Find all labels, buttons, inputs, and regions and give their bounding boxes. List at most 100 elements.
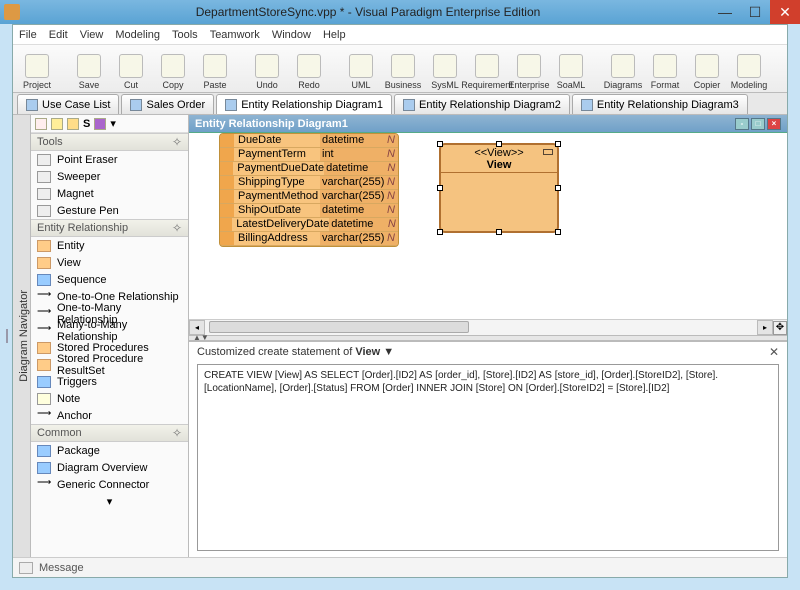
hand-icon[interactable] (67, 118, 79, 130)
sql-editor[interactable]: CREATE VIEW [View] AS SELECT [Order].[ID… (197, 364, 779, 551)
toolbar-save[interactable]: Save (71, 54, 107, 90)
sql-panel-title[interactable]: Customized create statement of View ▼ (197, 346, 394, 358)
entity-column-row[interactable]: PaymentTermintN (220, 148, 398, 162)
collapse-icon[interactable]: ✧ (172, 135, 182, 149)
resize-handle[interactable] (437, 185, 443, 191)
message-icon[interactable] (19, 562, 33, 574)
scroll-thumb[interactable] (209, 321, 469, 333)
toolbar-paste[interactable]: Paste (197, 54, 233, 90)
resize-handle[interactable] (555, 229, 561, 235)
pan-icon[interactable]: ✥ (773, 321, 787, 335)
section-common-header[interactable]: Common ✧ (31, 424, 188, 442)
doc-tab[interactable]: Use Case List (17, 94, 119, 114)
tool-item[interactable]: Magnet (31, 185, 188, 202)
rail-icon[interactable] (6, 329, 8, 343)
toolbar-sysml[interactable]: SysML (427, 54, 463, 90)
toolbar-business[interactable]: Business (385, 54, 421, 90)
toolbar-doc[interactable]: Doc (783, 54, 787, 90)
menu-view[interactable]: View (80, 29, 104, 41)
scroll-right-button[interactable]: ▸ (757, 320, 773, 335)
dropdown-arrow-icon[interactable]: ▾ (110, 117, 116, 130)
section-er-header[interactable]: Entity Relationship ✧ (31, 219, 188, 237)
section-tools-header[interactable]: Tools ✧ (31, 133, 188, 151)
toolbar-requirement[interactable]: Requirement (469, 54, 505, 90)
toolbar-redo[interactable]: Redo (291, 54, 327, 90)
scroll-track[interactable] (205, 320, 757, 335)
editor-minimize-button[interactable]: - (735, 118, 749, 130)
document-tab-bar: Use Case ListSales OrderEntity Relations… (13, 93, 787, 115)
palette-item[interactable]: Sequence (31, 271, 188, 288)
menu-tools[interactable]: Tools (172, 29, 198, 41)
menu-file[interactable]: File (19, 29, 37, 41)
doc-tab[interactable]: Entity Relationship Diagram2 (394, 94, 570, 114)
tool-item[interactable]: Gesture Pen (31, 202, 188, 219)
toolbar-cut[interactable]: Cut (113, 54, 149, 90)
toolbar-enterprise[interactable]: Enterprise (511, 54, 547, 90)
diagram-canvas[interactable]: DueDatedatetimeNPaymentTermintNPaymentDu… (189, 133, 787, 319)
toolbar-diagrams[interactable]: Diagrams (605, 54, 641, 90)
minimize-button[interactable]: — (710, 0, 740, 24)
menu-help[interactable]: Help (323, 29, 346, 41)
shape-icon[interactable] (94, 118, 106, 130)
entity-table[interactable]: DueDatedatetimeNPaymentTermintNPaymentDu… (219, 133, 399, 247)
canvas-horizontal-scrollbar[interactable]: ◂ ▸ ✥ (189, 319, 787, 335)
toolbar-soaml[interactable]: SoaML (553, 54, 589, 90)
horizontal-splitter[interactable] (189, 335, 787, 341)
palette-item[interactable]: Package (31, 442, 188, 459)
palette-item[interactable]: Note (31, 390, 188, 407)
toolbar-copy[interactable]: Copy (155, 54, 191, 90)
close-button[interactable]: ✕ (770, 0, 800, 24)
menu-modeling[interactable]: Modeling (115, 29, 160, 41)
resize-handle[interactable] (437, 229, 443, 235)
entity-column-row[interactable]: BillingAddressvarchar(255)N (220, 232, 398, 246)
toolbox-sidebar: S ▾ Tools ✧ Point EraserSweeperMagnetGes… (31, 115, 189, 557)
entity-column-row[interactable]: DueDatedatetimeN (220, 134, 398, 148)
menu-edit[interactable]: Edit (49, 29, 68, 41)
toolbar-uml[interactable]: UML (343, 54, 379, 90)
entity-column-row[interactable]: PaymentDueDatedatetimeN (220, 162, 398, 176)
lock-icon[interactable] (51, 118, 63, 130)
doc-tab[interactable]: Entity Relationship Diagram1 (216, 94, 392, 114)
palette-item[interactable]: Entity (31, 237, 188, 254)
toolbar-modeling[interactable]: Modeling (731, 54, 767, 90)
palette-item[interactable]: Stored Procedure ResultSet (31, 356, 188, 373)
tool-item[interactable]: Point Eraser (31, 151, 188, 168)
editor-maximize-button[interactable]: □ (751, 118, 765, 130)
toolbar-format[interactable]: Format (647, 54, 683, 90)
resize-handle[interactable] (496, 229, 502, 235)
maximize-button[interactable]: ☐ (740, 0, 770, 24)
doc-tab[interactable]: Entity Relationship Diagram3 (572, 94, 748, 114)
resize-handle[interactable] (555, 141, 561, 147)
menu-window[interactable]: Window (272, 29, 311, 41)
tool-item[interactable]: Sweeper (31, 168, 188, 185)
doc-tab[interactable]: Sales Order (121, 94, 214, 114)
entity-column-row[interactable]: PaymentMethodvarchar(255)N (220, 190, 398, 204)
section-er-title: Entity Relationship (37, 222, 128, 234)
menu-teamwork[interactable]: Teamwork (210, 29, 260, 41)
rail-diagram-navigator[interactable]: Diagram Navigator (18, 290, 30, 382)
status-message[interactable]: Message (39, 562, 84, 574)
entity-column-row[interactable]: LatestDeliveryDatedatetimeN (220, 218, 398, 232)
palette-item[interactable]: View (31, 254, 188, 271)
entity-column-row[interactable]: ShippingTypevarchar(255)N (220, 176, 398, 190)
collapse-icon[interactable]: ✧ (172, 221, 182, 235)
toolbar-undo[interactable]: Undo (249, 54, 285, 90)
pointer-icon[interactable] (35, 118, 47, 130)
palette-item[interactable]: Anchor (31, 407, 188, 424)
more-arrow-icon[interactable]: ▾ (31, 493, 188, 510)
toolbar-project[interactable]: Project (19, 54, 55, 90)
palette-item[interactable]: Generic Connector (31, 476, 188, 493)
resize-handle[interactable] (555, 185, 561, 191)
palette-item[interactable]: Diagram Overview (31, 459, 188, 476)
editor-header: Entity Relationship Diagram1 - □ × (189, 115, 787, 133)
toolbar-copier[interactable]: Copier (689, 54, 725, 90)
resize-handle[interactable] (437, 141, 443, 147)
collapse-icon[interactable]: ✧ (172, 426, 182, 440)
dropdown-arrow-icon[interactable]: ▼ (380, 346, 394, 358)
palette-item[interactable]: Many-to-Many Relationship (31, 322, 188, 339)
editor-close-button[interactable]: × (767, 118, 781, 130)
resize-handle[interactable] (496, 141, 502, 147)
sql-panel-close-button[interactable]: ✕ (769, 345, 779, 359)
view-element[interactable]: <<View>> View (439, 143, 559, 233)
entity-column-row[interactable]: ShipOutDatedatetimeN (220, 204, 398, 218)
